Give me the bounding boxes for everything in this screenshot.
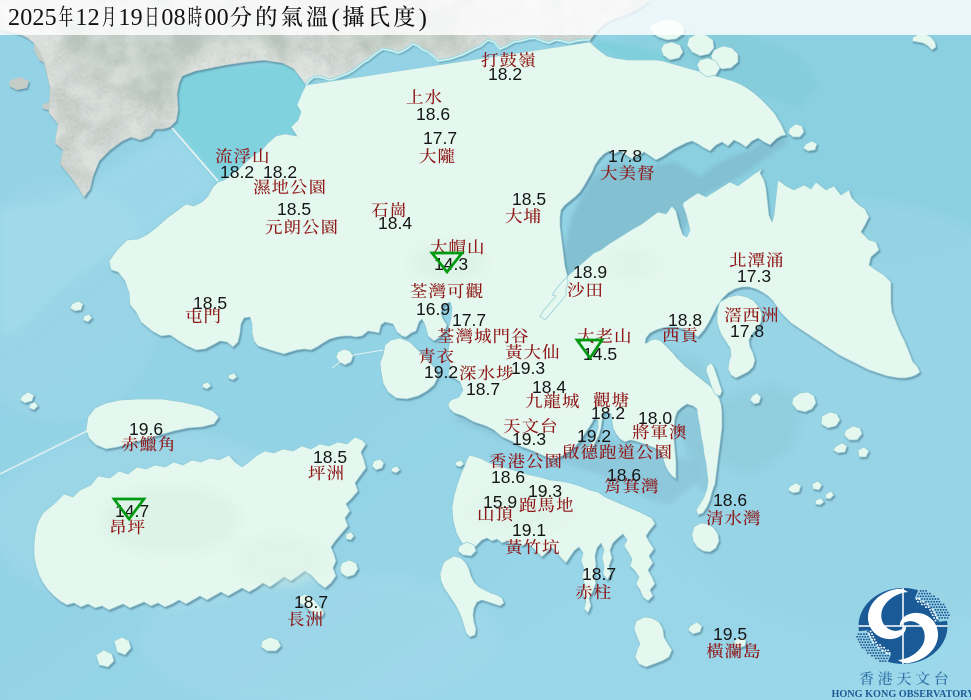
svg-text:2: 2 (32, 5, 44, 31)
svg-text:18.2: 18.2 (220, 162, 254, 182)
svg-text:18.5: 18.5 (512, 189, 546, 209)
svg-text:18.8: 18.8 (668, 310, 702, 330)
svg-text:18.2: 18.2 (591, 403, 625, 423)
svg-text:18.4: 18.4 (532, 377, 566, 397)
svg-text:19.2: 19.2 (424, 362, 458, 382)
svg-text:18.5: 18.5 (277, 199, 311, 219)
svg-text:): ) (419, 5, 427, 32)
svg-text:17.7: 17.7 (452, 310, 486, 330)
svg-text:0: 0 (217, 5, 229, 31)
svg-text:18.9: 18.9 (573, 262, 607, 282)
svg-text:18.2: 18.2 (488, 64, 522, 84)
svg-text:18.5: 18.5 (313, 447, 347, 467)
svg-text:1: 1 (75, 5, 87, 31)
svg-text:19.6: 19.6 (129, 419, 163, 439)
svg-text:5: 5 (45, 5, 57, 31)
svg-text:19.3: 19.3 (512, 429, 546, 449)
svg-text:17.8: 17.8 (608, 146, 642, 166)
svg-text:18.4: 18.4 (378, 213, 412, 233)
svg-text:0: 0 (161, 5, 173, 31)
svg-text:14.7: 14.7 (115, 501, 149, 521)
svg-text:17.3: 17.3 (737, 266, 771, 286)
svg-text:19.5: 19.5 (713, 624, 747, 644)
svg-text:0: 0 (20, 5, 32, 31)
svg-text:18.2: 18.2 (263, 162, 297, 182)
svg-text:17.8: 17.8 (730, 321, 764, 341)
svg-text:18.6: 18.6 (416, 104, 450, 124)
svg-text:19.1: 19.1 (512, 520, 546, 540)
svg-text:18.6: 18.6 (491, 467, 525, 487)
svg-text:19.3: 19.3 (511, 358, 545, 378)
svg-text:18.7: 18.7 (294, 592, 328, 612)
svg-text:18.7: 18.7 (582, 564, 616, 584)
svg-text:18.6: 18.6 (713, 490, 747, 510)
svg-text:9: 9 (131, 5, 143, 31)
svg-text:17.7: 17.7 (423, 128, 457, 148)
svg-text:19.3: 19.3 (528, 481, 562, 501)
svg-text:2: 2 (8, 5, 20, 31)
svg-text:18.7: 18.7 (466, 379, 500, 399)
svg-text:8: 8 (174, 5, 186, 31)
svg-text:18.5: 18.5 (193, 293, 227, 313)
svg-text:15.9: 15.9 (483, 492, 517, 512)
svg-text:18.0: 18.0 (638, 408, 672, 428)
svg-text:19.2: 19.2 (577, 426, 611, 446)
svg-text:18.6: 18.6 (607, 465, 641, 485)
svg-text:HONG KONG OBSERVATORY: HONG KONG OBSERVATORY (831, 689, 971, 700)
svg-text:1: 1 (118, 5, 130, 31)
svg-text:(: ( (331, 5, 339, 32)
svg-text:0: 0 (204, 5, 216, 31)
svg-text:2: 2 (88, 5, 100, 31)
svg-text:16.9: 16.9 (416, 299, 450, 319)
